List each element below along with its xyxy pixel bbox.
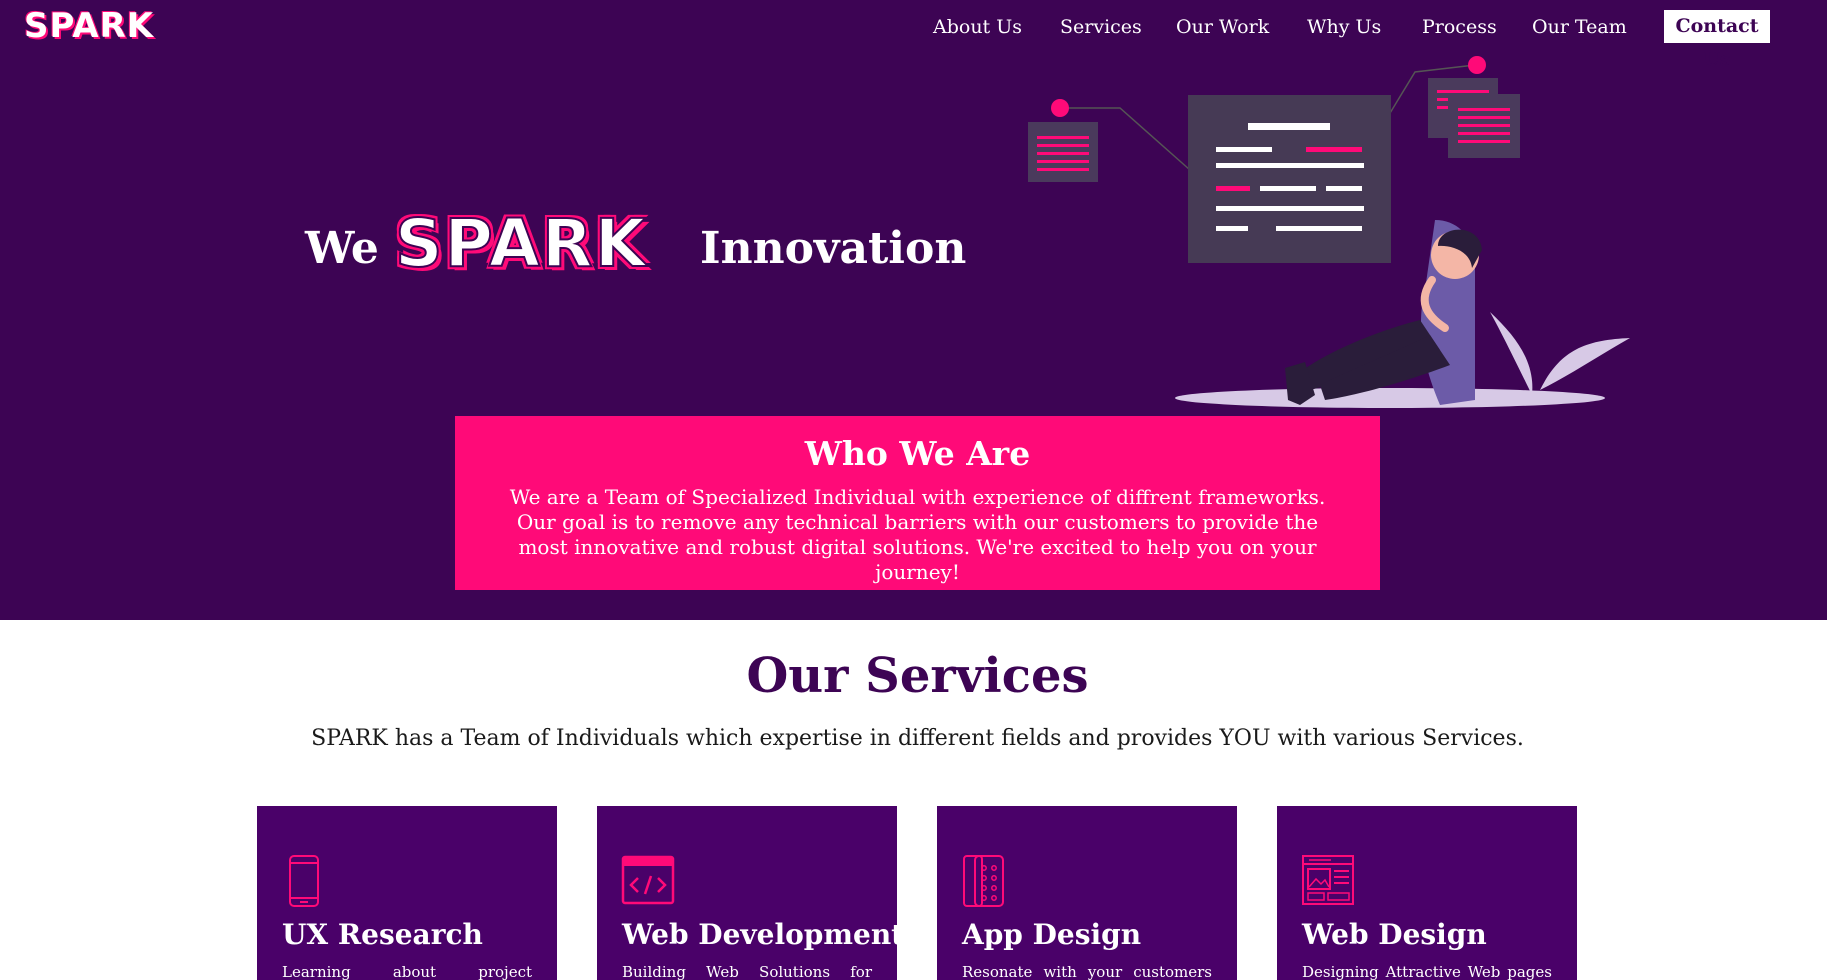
service-card-title: Web Design bbox=[1302, 918, 1487, 951]
nav-about-us[interactable]: About Us bbox=[933, 12, 1022, 42]
who-we-are-title: Who We Are bbox=[804, 434, 1031, 473]
nav-our-work[interactable]: Our Work bbox=[1176, 12, 1269, 42]
who-we-are-box: Who We Are We are a Team of Specialized … bbox=[455, 416, 1380, 590]
nav-services[interactable]: Services bbox=[1060, 12, 1142, 42]
service-card-web-design[interactable]: Web Design Designing Attractive Web page… bbox=[1277, 806, 1577, 980]
hero-highlight: SPARK bbox=[394, 204, 648, 283]
hero-illustration bbox=[1028, 56, 1630, 408]
service-card-text: Learning about project bbox=[282, 963, 532, 980]
service-card-app-design[interactable]: App Design Resonate with your customers … bbox=[937, 806, 1237, 980]
service-card-title: App Design bbox=[962, 918, 1142, 951]
services-subtitle: SPARK has a Team of Individuals which ex… bbox=[311, 726, 1524, 751]
smartphone-icon bbox=[289, 855, 319, 907]
service-card-title: Web Development bbox=[622, 918, 897, 951]
app-keypad-icon bbox=[963, 855, 1004, 907]
service-card-web-development[interactable]: Web Development Building Web Solutions f… bbox=[597, 806, 897, 980]
service-card-text: Designing Attractive Web pages to bbox=[1302, 963, 1552, 980]
hero-suffix: Innovation bbox=[700, 223, 967, 274]
services-title: Our Services bbox=[746, 648, 1089, 704]
nav-our-team[interactable]: Our Team bbox=[1532, 12, 1627, 42]
main-nav: About Us Services Our Work Why Us Proces… bbox=[0, 12, 1827, 52]
nav-why-us[interactable]: Why Us bbox=[1307, 12, 1381, 42]
nav-process[interactable]: Process bbox=[1422, 12, 1497, 42]
service-card-title: UX Research bbox=[282, 918, 483, 951]
code-window-icon bbox=[621, 855, 675, 905]
contact-us-button[interactable]: Contact Us bbox=[1664, 10, 1770, 70]
hero-section: SPARK About Us Services Our Work Why Us … bbox=[0, 0, 1827, 620]
hero-prefix: We bbox=[305, 223, 379, 274]
service-card-text: Resonate with your customers and bbox=[962, 963, 1212, 980]
who-we-are-text: We are a Team of Specialized Individual … bbox=[509, 485, 1326, 584]
service-card-text: Building Web Solutions for Clients bbox=[622, 963, 872, 980]
web-layout-icon bbox=[1302, 855, 1354, 905]
service-card-ux-research[interactable]: UX Research Learning about project bbox=[257, 806, 557, 980]
